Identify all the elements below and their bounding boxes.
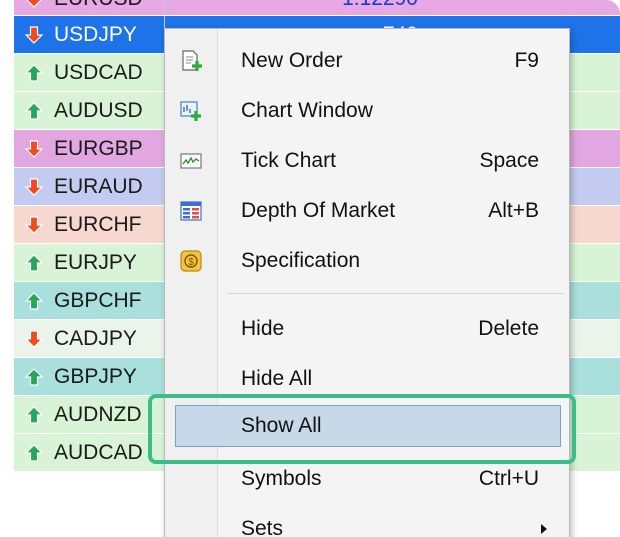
symbol-cell: EURUSD: [14, 0, 164, 15]
symbol-label: GBPCHF: [54, 288, 142, 312]
arrow-up-icon: [23, 404, 45, 426]
arrow-up-icon: [23, 0, 45, 10]
symbol-cell: USDCAD: [14, 54, 164, 91]
menu-label: Tick Chart: [241, 149, 336, 172]
menu-label: Sets: [241, 517, 284, 537]
symbol-cell: CADJPY: [14, 320, 164, 357]
arrow-down-icon: [23, 24, 45, 46]
new-order-icon: [182, 50, 202, 71]
symbol-cell: AUDUSD: [14, 92, 164, 129]
symbol-label: EURAUD: [54, 174, 143, 198]
menu-item-tick-chart[interactable]: Tick Chart Space: [165, 139, 569, 183]
arrow-down-icon: [23, 138, 45, 160]
symbol-cell: EURGBP: [14, 130, 164, 167]
symbol-cell: USDJPY: [14, 16, 164, 53]
menu-item-new-order[interactable]: New Order F9: [165, 39, 569, 83]
arrow-up-icon: [23, 366, 45, 388]
specification-icon: $: [180, 250, 202, 272]
focus-highlight-box: [148, 394, 576, 464]
menu-item-depth-of-market[interactable]: Depth Of Market Alt+B: [165, 189, 569, 233]
menu-label: Depth Of Market: [241, 199, 396, 222]
symbol-cell: EURAUD: [14, 168, 164, 205]
symbol-cell: GBPJPY: [14, 358, 164, 395]
price-cell: 1.12290: [164, 0, 422, 15]
svg-text:$: $: [188, 257, 194, 268]
symbol-label: EURJPY: [54, 250, 137, 274]
arrow-up-icon: [23, 290, 45, 312]
symbol-label: USDJPY: [54, 22, 137, 46]
depth-of-market-icon: [180, 201, 202, 221]
menu-shortcut: Space: [479, 149, 539, 172]
screenshot-frame: EURUSD 1.12290 USDJPY749USDCAD301AUDUSD5…: [0, 0, 620, 537]
menu-label: Chart Window: [241, 99, 373, 122]
menu-label: New Order: [241, 49, 343, 72]
symbol-label: EURUSD: [54, 0, 143, 11]
menu-item-sets[interactable]: Sets: [165, 507, 569, 537]
menu-item-specification[interactable]: $ Specification: [165, 239, 569, 283]
symbol-label: GBPJPY: [54, 364, 137, 388]
menu-shortcut: Delete: [478, 317, 539, 340]
symbol-label: AUDNZD: [54, 402, 142, 426]
symbol-cell: EURCHF: [14, 206, 164, 243]
tick-chart-icon: [180, 153, 202, 169]
menu-item-hide[interactable]: Hide Delete: [165, 307, 569, 351]
menu-label: Specification: [241, 249, 361, 272]
arrow-up-icon: [23, 442, 45, 464]
symbol-cell: GBPCHF: [14, 282, 164, 319]
menu-shortcut: Alt+B: [488, 199, 539, 222]
top-row[interactable]: EURUSD 1.12290: [14, 0, 620, 16]
symbol-label: EURGBP: [54, 136, 143, 160]
arrow-up-icon: [23, 62, 45, 84]
symbol-label: CADJPY: [54, 326, 137, 350]
arrow-up-icon: [23, 252, 45, 274]
arrow-down-icon: [23, 214, 45, 236]
price-value: 1.12290: [162, 0, 422, 15]
menu-label: Hide: [241, 317, 285, 340]
symbol-label: EURCHF: [54, 212, 142, 236]
arrow-down-icon: [23, 176, 45, 198]
symbol-label: AUDCAD: [54, 440, 143, 464]
chart-window-icon: [180, 101, 201, 121]
menu-separator: [227, 293, 563, 294]
submenu-arrow-icon: [541, 524, 547, 534]
menu-shortcut: F9: [514, 49, 539, 72]
symbol-cell: AUDNZD: [14, 396, 164, 433]
arrow-up-icon: [23, 100, 45, 122]
menu-item-chart-window[interactable]: Chart Window: [165, 89, 569, 133]
symbol-cell: EURJPY: [14, 244, 164, 281]
arrow-down-icon: [23, 328, 45, 350]
symbol-label: USDCAD: [54, 60, 143, 84]
symbol-label: AUDUSD: [54, 98, 143, 122]
symbol-cell: AUDCAD: [14, 434, 164, 471]
